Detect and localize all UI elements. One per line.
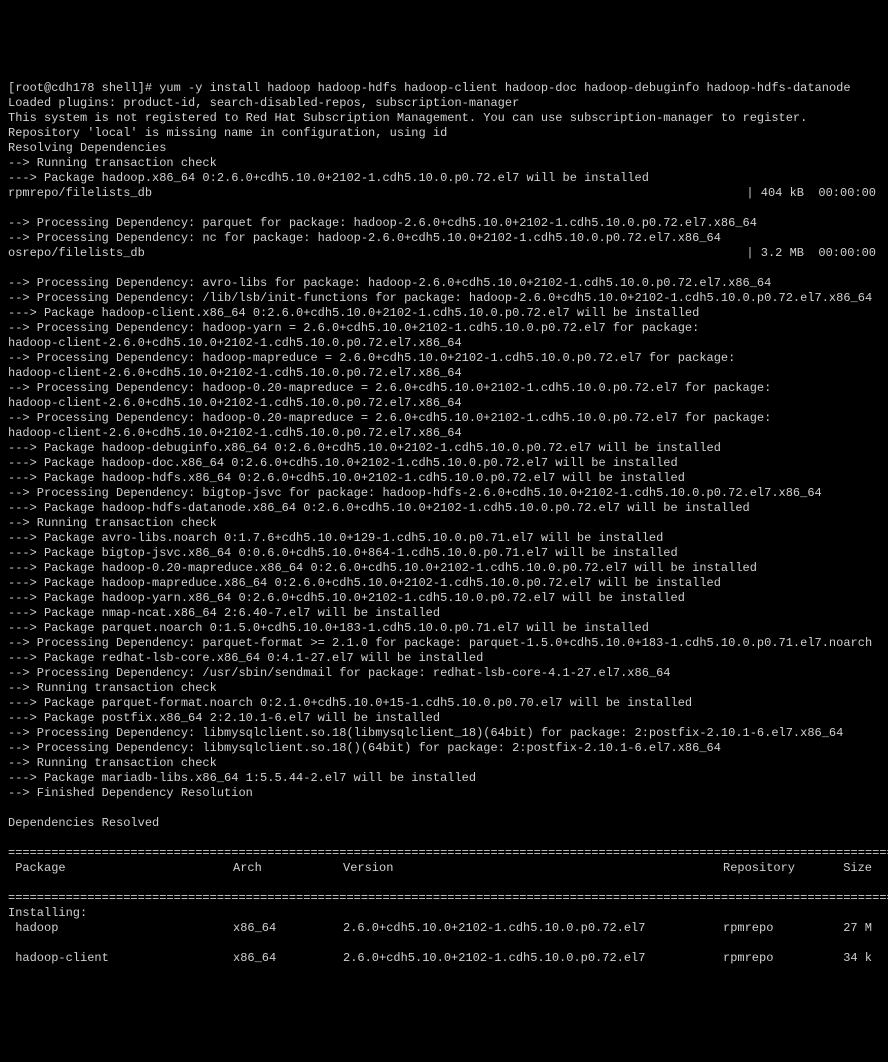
output-line: --> Processing Dependency: hadoop-yarn =… <box>8 321 707 350</box>
output-line: ---> Package postfix.x86_64 2:2.10.1-6.e… <box>8 711 440 725</box>
output-line: ---> Package bigtop-jsvc.x86_64 0:0.6.0+… <box>8 546 678 560</box>
output-line: Repository 'local' is missing name in co… <box>8 126 447 140</box>
output-line: --> Processing Dependency: avro-libs for… <box>8 276 771 290</box>
table-divider: ========================================… <box>8 891 888 905</box>
output-line: Resolving Dependencies <box>8 141 166 155</box>
output-line: ---> Package avro-libs.noarch 0:1.7.6+cd… <box>8 531 663 545</box>
output-line: Dependencies Resolved <box>8 816 159 830</box>
command-text: yum -y install hadoop hadoop-hdfs hadoop… <box>159 81 850 95</box>
cell-version: 2.6.0+cdh5.10.0+2102-1.cdh5.10.0.p0.72.e… <box>343 951 723 966</box>
cell-package: hadoop-client <box>8 951 233 966</box>
cell-size: 27 M <box>838 921 880 936</box>
output-line: ---> Package parquet-format.noarch 0:2.1… <box>8 696 692 710</box>
table-header-row: PackageArchVersionRepositorySize <box>8 861 880 876</box>
output-line: --> Processing Dependency: hadoop-mapred… <box>8 351 743 380</box>
output-line: ---> Package mariadb-libs.x86_64 1:5.5.4… <box>8 771 476 785</box>
output-line: --> Processing Dependency: nc for packag… <box>8 231 721 245</box>
output-line: ---> Package hadoop-client.x86_64 0:2.6.… <box>8 306 699 320</box>
output-line: ---> Package redhat-lsb-core.x86_64 0:4.… <box>8 651 483 665</box>
output-line: --> Processing Dependency: libmysqlclien… <box>8 741 721 755</box>
output-line: --> Processing Dependency: /usr/sbin/sen… <box>8 666 671 680</box>
output-line: ---> Package hadoop-mapreduce.x86_64 0:2… <box>8 576 721 590</box>
shell-prompt[interactable]: [root@cdh178 shell]# yum -y install hado… <box>8 81 851 95</box>
output-line: Loaded plugins: product-id, search-disab… <box>8 96 519 110</box>
table-row: hadoopx86_642.6.0+cdh5.10.0+2102-1.cdh5.… <box>8 921 880 936</box>
col-repository: Repository <box>723 861 838 876</box>
terminal-output: [root@cdh178 shell]# yum -y install hado… <box>8 66 880 981</box>
download-status: | 3.2 MB 00:00:00 <box>746 246 880 261</box>
download-progress-row: osrepo/filelists_db| 3.2 MB 00:00:00 <box>8 246 880 261</box>
output-line: --> Processing Dependency: /lib/lsb/init… <box>8 291 872 305</box>
cell-version: 2.6.0+cdh5.10.0+2102-1.cdh5.10.0.p0.72.e… <box>343 921 723 936</box>
col-package: Package <box>8 861 233 876</box>
output-line: ---> Package hadoop-hdfs-datanode.x86_64… <box>8 501 750 515</box>
output-line: --> Finished Dependency Resolution <box>8 786 253 800</box>
table-divider: ========================================… <box>8 846 888 860</box>
prompt-prefix: [root@cdh178 shell]# <box>8 81 159 95</box>
cell-repository: rpmrepo <box>723 951 838 966</box>
output-line: ---> Package nmap-ncat.x86_64 2:6.40-7.e… <box>8 606 440 620</box>
output-line: ---> Package hadoop.x86_64 0:2.6.0+cdh5.… <box>8 171 649 185</box>
cell-arch: x86_64 <box>233 921 343 936</box>
download-name: osrepo/filelists_db <box>8 246 746 261</box>
output-line: ---> Package hadoop-hdfs.x86_64 0:2.6.0+… <box>8 471 685 485</box>
col-size: Size <box>838 861 880 876</box>
cell-size: 34 k <box>838 951 880 966</box>
output-line: ---> Package hadoop-debuginfo.x86_64 0:2… <box>8 441 721 455</box>
download-name: rpmrepo/filelists_db <box>8 186 746 201</box>
output-line: ---> Package hadoop-0.20-mapreduce.x86_6… <box>8 561 757 575</box>
table-row: hadoop-clientx86_642.6.0+cdh5.10.0+2102-… <box>8 951 880 966</box>
output-line: --> Processing Dependency: libmysqlclien… <box>8 726 843 740</box>
download-status: | 404 kB 00:00:00 <box>746 186 880 201</box>
col-version: Version <box>343 861 723 876</box>
cell-arch: x86_64 <box>233 951 343 966</box>
output-line: --> Processing Dependency: bigtop-jsvc f… <box>8 486 822 500</box>
cell-repository: rpmrepo <box>723 921 838 936</box>
output-line: --> Processing Dependency: hadoop-0.20-m… <box>8 411 779 440</box>
output-line: --> Processing Dependency: hadoop-0.20-m… <box>8 381 779 410</box>
output-line: ---> Package parquet.noarch 0:1.5.0+cdh5… <box>8 621 649 635</box>
output-line: --> Running transaction check <box>8 516 217 530</box>
output-line: ---> Package hadoop-yarn.x86_64 0:2.6.0+… <box>8 591 685 605</box>
table-section: Installing: <box>8 906 87 920</box>
output-line: --> Processing Dependency: parquet for p… <box>8 216 757 230</box>
output-line: --> Processing Dependency: parquet-forma… <box>8 636 872 650</box>
cell-package: hadoop <box>8 921 233 936</box>
download-progress-row: rpmrepo/filelists_db| 404 kB 00:00:00 <box>8 186 880 201</box>
output-line: --> Running transaction check <box>8 681 217 695</box>
output-line: ---> Package hadoop-doc.x86_64 0:2.6.0+c… <box>8 456 678 470</box>
output-line: --> Running transaction check <box>8 156 217 170</box>
output-line: --> Running transaction check <box>8 756 217 770</box>
col-arch: Arch <box>233 861 343 876</box>
output-line: This system is not registered to Red Hat… <box>8 111 807 125</box>
